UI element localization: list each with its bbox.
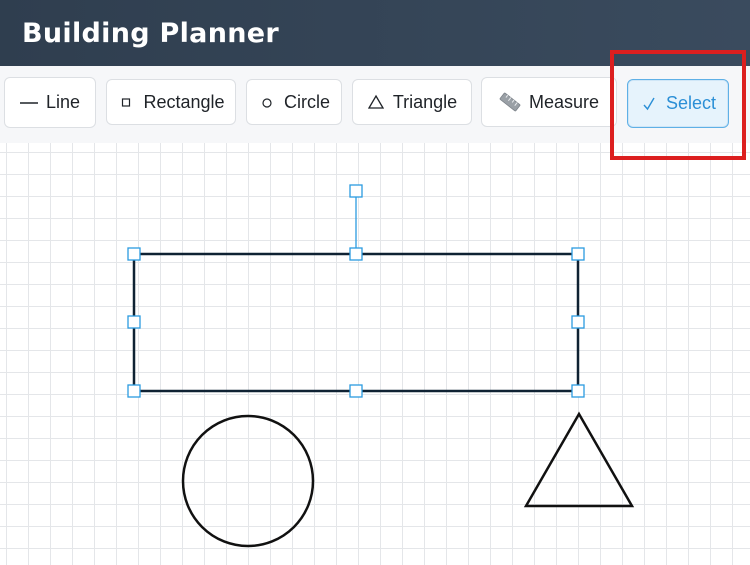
resize-handle-bottom-middle[interactable] bbox=[349, 384, 363, 398]
resize-handle-top-left[interactable] bbox=[127, 247, 141, 261]
resize-handle-middle-left[interactable] bbox=[127, 315, 141, 329]
rectangle-shape[interactable] bbox=[132, 252, 580, 393]
triangle-shape[interactable] bbox=[523, 411, 635, 508]
resize-handle-top-right[interactable] bbox=[571, 247, 585, 261]
app-window: Building Planner Line Rectangle Circle T… bbox=[0, 0, 750, 565]
resize-handle-top-middle[interactable] bbox=[349, 247, 363, 261]
resize-handle-middle-right[interactable] bbox=[571, 315, 585, 329]
canvas-shapes-layer bbox=[127, 184, 635, 548]
circle-shape[interactable] bbox=[181, 414, 315, 548]
resize-handle-bottom-left[interactable] bbox=[127, 384, 141, 398]
resize-handle-bottom-right[interactable] bbox=[571, 384, 585, 398]
rotation-handle[interactable] bbox=[349, 184, 363, 198]
